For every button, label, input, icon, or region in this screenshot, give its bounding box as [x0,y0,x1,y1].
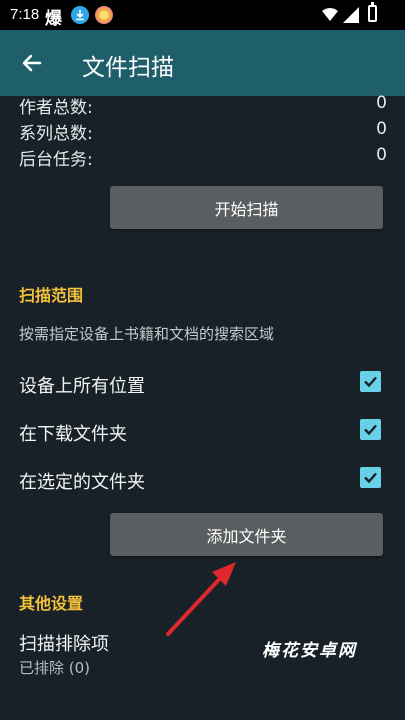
annotation-arrow-icon [166,562,236,636]
option-all-locations[interactable]: 设备上所有位置 [19,369,381,399]
checkbox-checked-icon[interactable] [360,419,381,440]
option-label: 在选定的文件夹 [19,472,145,493]
section-title-other-settings: 其他设置 [19,594,84,613]
stat-value: 0 [376,119,387,139]
stat-value: 0 [376,93,387,113]
stat-row-background-tasks: 后台任务: 0 [19,145,387,171]
option-selected-folders[interactable]: 在选定的文件夹 [19,465,381,495]
battery-icon [368,2,377,22]
checkbox-checked-icon[interactable] [360,467,381,488]
stat-row-authors: 作者总数: 0 [19,93,387,119]
stat-value: 0 [376,145,387,165]
back-arrow-icon[interactable] [20,51,44,75]
stat-label: 系列总数: [19,124,93,144]
scan-exclusions-title: 扫描排除项 [19,634,109,655]
download-notification-icon [71,6,89,24]
start-scan-button[interactable]: 开始扫描 [110,186,383,229]
status-bar: 7:18 爆 [0,0,405,30]
signal-icon [343,7,359,23]
wifi-icon [322,8,338,21]
stat-label: 后台任务: [19,150,93,170]
checkbox-checked-icon[interactable] [360,371,381,392]
option-download-folder[interactable]: 在下载文件夹 [19,417,381,447]
stat-label: 作者总数: [19,98,93,118]
notification-text-icon: 爆 [45,9,62,29]
scan-exclusions-summary: 已排除 (0) [19,659,91,677]
stat-row-series: 系列总数: 0 [19,119,387,145]
page-title: 文件扫描 [82,55,174,81]
app-bar: 文件扫描 [0,30,405,96]
option-label: 在下载文件夹 [19,424,127,445]
add-folder-button[interactable]: 添加文件夹 [110,513,383,556]
status-time: 7:18 [10,6,40,23]
watermark: 梅花安卓网 [262,641,357,661]
scan-scope-description: 按需指定设备上书籍和文档的搜索区域 [19,325,275,343]
app-notification-icon [95,6,113,24]
option-label: 设备上所有位置 [19,376,145,397]
section-title-scan-scope: 扫描范围 [19,286,84,305]
